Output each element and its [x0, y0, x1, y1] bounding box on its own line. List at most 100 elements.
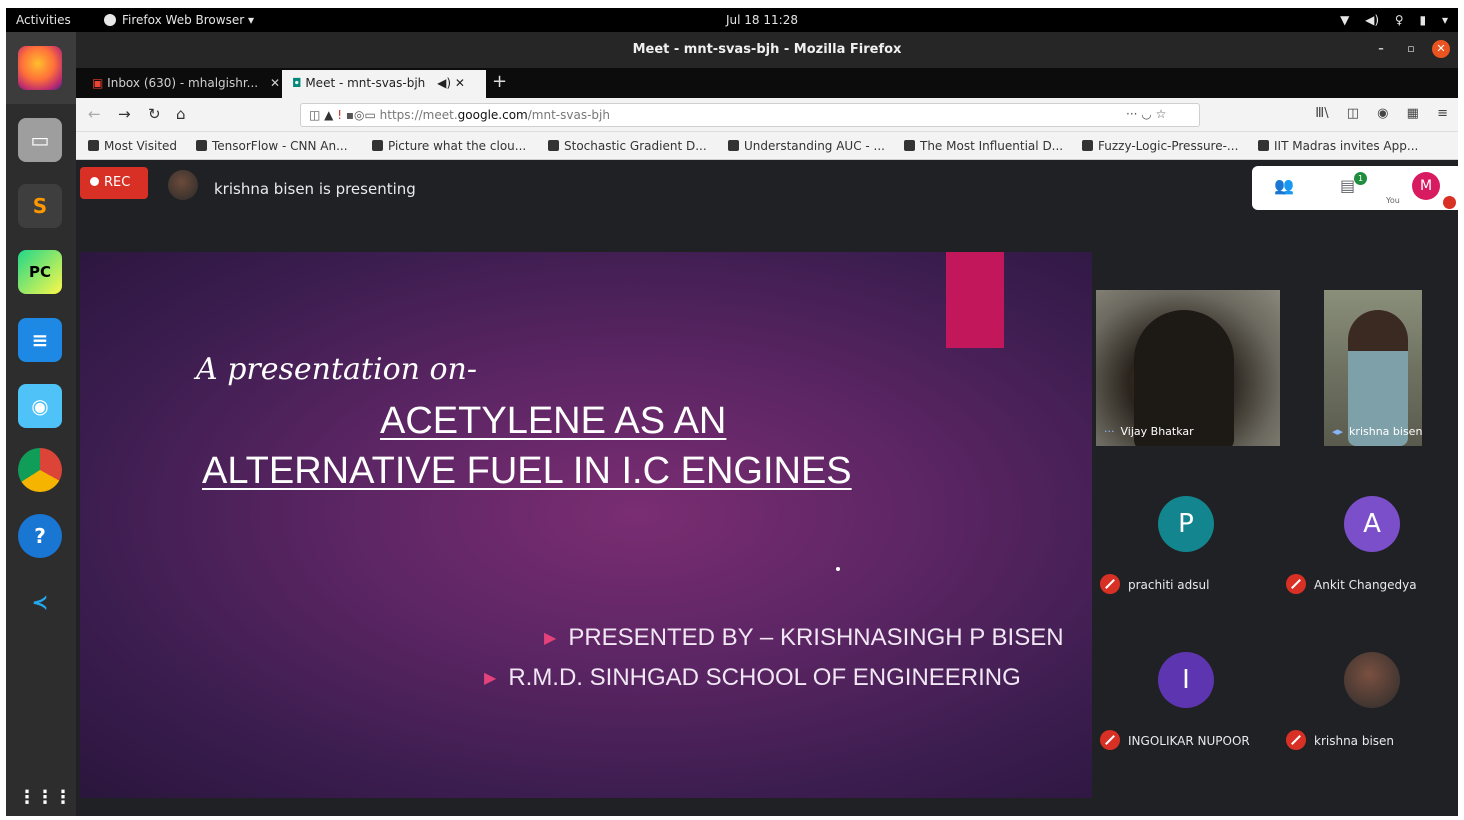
bullet-text: PRESENTED BY – KRISHNASINGH P BISEN — [568, 624, 1064, 651]
dock: ▭ S PC ≡ ◉ ? ≺ ⋮⋮⋮ — [6, 32, 76, 816]
help-icon[interactable]: ? — [18, 514, 62, 558]
bookmark-item[interactable]: The Most Influential D... — [904, 139, 1063, 153]
avatar[interactable]: M — [1412, 172, 1440, 200]
participant-avatar[interactable]: I — [1158, 652, 1214, 708]
firefox-icon — [104, 14, 116, 26]
close-tab-icon[interactable]: ✕ — [455, 76, 465, 90]
participant-name: Ankit Changedya — [1286, 574, 1417, 594]
battery-icon: ▮ — [1419, 13, 1427, 27]
record-dot-icon — [90, 177, 99, 186]
system-top-bar: Activities Firefox Web Browser ▾ Jul 18 … — [6, 8, 1458, 32]
participant-avatar[interactable]: A — [1344, 496, 1400, 552]
participants-icon[interactable]: 👥 — [1274, 176, 1294, 195]
mic-off-icon — [1286, 574, 1306, 594]
show-applications-icon[interactable]: ⋮⋮⋮ — [18, 776, 72, 816]
bookmark-item[interactable]: Picture what the clou... — [372, 139, 526, 153]
bookmark-item[interactable]: Most Visited — [88, 139, 177, 153]
chrome-icon[interactable] — [18, 448, 62, 492]
system-tray[interactable]: ▼ ◀) ♀ ▮ ▾ — [1328, 13, 1448, 27]
lock-icon[interactable]: ▲ — [324, 108, 333, 122]
menu-icon[interactable]: ≡ — [1437, 106, 1448, 121]
tab-inbox[interactable]: ▣ Inbox (630) - mhalgishr... ✕ — [82, 70, 280, 98]
chat-icon[interactable]: ▤ — [1340, 176, 1355, 195]
library-icon[interactable]: Ⅲ\ — [1315, 106, 1328, 121]
pocket-icon[interactable]: ◡ — [1141, 107, 1151, 121]
slide-title-line-2: ALTERNATIVE FUEL IN I.C ENGINES — [202, 450, 852, 492]
new-tab-button[interactable]: + — [492, 71, 507, 92]
window-title-bar: Meet - mnt-svas-bjh - Mozilla Firefox – … — [76, 32, 1458, 68]
bullet-text: R.M.D. SINHGAD SCHOOL OF ENGINEERING — [508, 664, 1021, 691]
app-menu-label: Firefox Web Browser ▾ — [122, 13, 254, 27]
page-actions[interactable]: ··· ◡ ☆ — [1126, 107, 1166, 121]
bookmark-item[interactable]: Stochastic Gradient D... — [548, 139, 707, 153]
url-bar[interactable]: ◫ ▲ ! ▪◎▭ https://meet.google.com/mnt-sv… — [300, 103, 1200, 127]
sidebar-icon[interactable]: ◫ — [1347, 106, 1359, 121]
forward-icon[interactable]: → — [118, 105, 131, 123]
url-host: google.com — [457, 108, 528, 122]
bullet-arrow-icon: ▶ — [484, 670, 497, 687]
participant-avatar[interactable] — [1344, 652, 1400, 708]
tab-bar: ▣ Inbox (630) - mhalgishr... ✕ ◘ Meet - … — [76, 68, 1458, 98]
presenter-avatar — [168, 170, 198, 200]
participant-avatar[interactable]: P — [1158, 496, 1214, 552]
meet-top-controls: 👥 ▤ 1 M You — [1252, 166, 1458, 210]
participant-name: ◂▸ krishna bisen — [1332, 425, 1422, 438]
bookmark-star-icon[interactable]: ☆ — [1156, 107, 1167, 121]
mic-off-icon — [1286, 730, 1306, 750]
bullet-arrow-icon: ▶ — [544, 630, 557, 647]
text-editor-icon[interactable]: ≡ — [18, 318, 62, 362]
url-path: /mnt-svas-bjh — [527, 108, 610, 122]
tab-meet[interactable]: ◘ Meet - mnt-svas-bjh ◀) ✕ — [282, 70, 486, 98]
activities-button[interactable]: Activities — [16, 13, 71, 27]
audio-icon[interactable]: ◀) — [437, 76, 451, 90]
recording-badge[interactable]: REC — [80, 167, 148, 199]
maximize-icon[interactable]: ▫ — [1402, 40, 1420, 58]
back-icon[interactable]: ← — [88, 105, 101, 123]
extension-icon[interactable]: ▦ — [1407, 106, 1419, 121]
permissions-icon[interactable]: ! — [337, 108, 342, 122]
home-icon[interactable]: ⌂ — [176, 105, 186, 123]
mic-icon: ♀ — [1394, 13, 1404, 27]
pycharm-icon[interactable]: PC — [18, 250, 62, 294]
mic-off-icon — [1100, 574, 1120, 594]
presenting-status: krishna bisen is presenting — [214, 180, 416, 198]
tab-label: Meet - mnt-svas-bjh — [305, 76, 426, 90]
slide-bullet: ▶ PRESENTED BY – KRISHNASINGH P BISEN — [544, 624, 1064, 652]
toolbar-right: Ⅲ\ ◫ ◉ ▦ ≡ — [1301, 106, 1448, 121]
participant-name: ··· Vijay Bhatkar — [1104, 425, 1194, 438]
participant-name: prachiti adsul — [1100, 574, 1209, 594]
url-prefix: https://meet. — [379, 108, 458, 122]
participant-video-tile[interactable]: ◂▸ krishna bisen — [1324, 290, 1422, 446]
presentation-slide: A presentation on- ACETYLENE AS AN ALTER… — [80, 252, 1092, 798]
bookmark-item[interactable]: IIT Madras invites App... — [1258, 139, 1418, 153]
clock[interactable]: Jul 18 11:28 — [726, 13, 798, 27]
close-tab-icon[interactable]: ✕ — [270, 76, 280, 90]
sublime-text-icon[interactable]: S — [18, 184, 62, 228]
more-options-icon[interactable]: ··· — [1104, 425, 1115, 438]
slide-subtitle: A presentation on- — [196, 352, 478, 387]
volume-icon: ◀) — [1365, 13, 1380, 27]
bookmark-item[interactable]: Fuzzy-Logic-Pressure-... — [1082, 139, 1238, 153]
shield-icon[interactable]: ◫ — [309, 108, 320, 122]
close-window-icon[interactable]: ✕ — [1432, 40, 1450, 58]
window-title: Meet - mnt-svas-bjh - Mozilla Firefox — [632, 42, 902, 57]
camera-mic-icon[interactable]: ▪◎▭ — [346, 108, 376, 122]
bookmarks-toolbar: Most Visited TensorFlow - CNN An... Pict… — [76, 132, 1458, 160]
vscode-icon[interactable]: ≺ — [18, 580, 62, 624]
account-icon[interactable]: ◉ — [1377, 106, 1388, 121]
screenshot-icon[interactable]: ◉ — [18, 384, 62, 428]
chat-badge: 1 — [1354, 172, 1367, 185]
more-actions-icon[interactable]: ··· — [1126, 107, 1137, 121]
network-icon: ▼ — [1340, 13, 1350, 27]
files-icon[interactable]: ▭ — [18, 118, 62, 162]
app-menu[interactable]: Firefox Web Browser ▾ — [104, 13, 254, 27]
bookmark-item[interactable]: TensorFlow - CNN An... — [196, 139, 348, 153]
speaking-icon: ◂▸ — [1332, 425, 1344, 438]
reload-icon[interactable]: ↻ — [148, 105, 161, 123]
system-menu-icon: ▾ — [1441, 13, 1448, 27]
bookmark-item[interactable]: Understanding AUC - ... — [728, 139, 885, 153]
participant-video-tile[interactable]: ··· Vijay Bhatkar — [1096, 290, 1280, 446]
minimize-icon[interactable]: – — [1372, 40, 1390, 58]
rec-label: REC — [104, 175, 131, 190]
firefox-icon[interactable] — [18, 46, 62, 90]
